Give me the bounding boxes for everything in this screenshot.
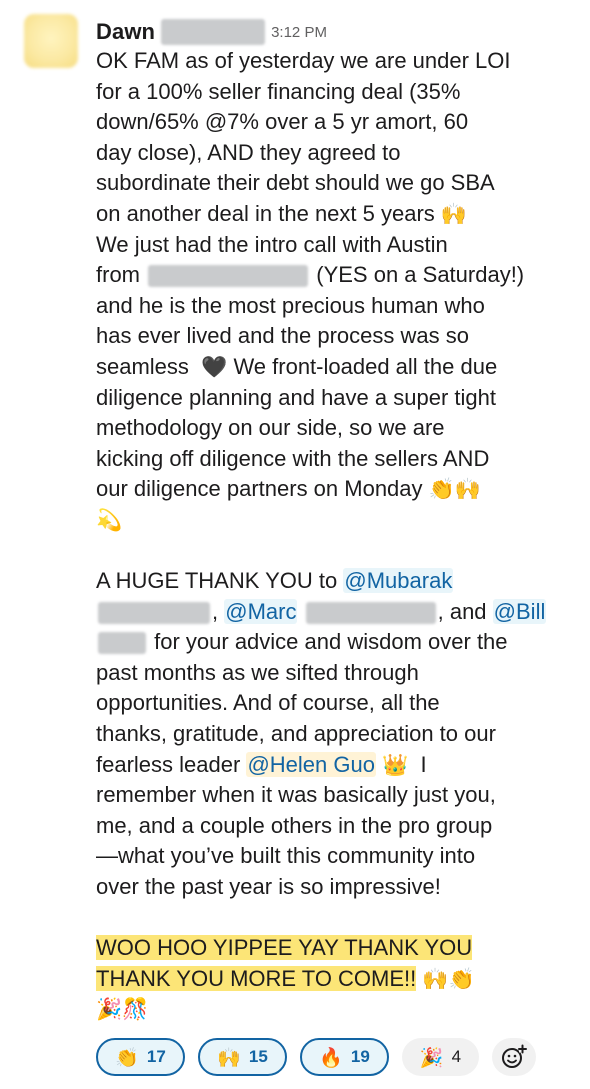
black-heart-icon: 🖤 — [201, 354, 228, 379]
redacted-surname — [161, 19, 266, 45]
raised-hands-icon: 🙌 — [454, 477, 481, 502]
message-line: our diligence partners on Monday 👏🙌 — [96, 476, 481, 502]
highlighted-text: WOO HOO YIPPEE YAY THANK YOU — [96, 935, 473, 961]
message-line: fearless leader @Helen Guo 👑 I — [96, 751, 427, 777]
author-name[interactable]: Dawn — [96, 19, 155, 45]
message-header: Dawn 3:12 PM — [96, 18, 327, 46]
message-line: over the past year is so impressive! — [96, 874, 441, 900]
message-line: methodology on our side, so we are — [96, 415, 445, 441]
raised-hands-icon: 🙌 — [217, 1046, 241, 1069]
mention-helen-guo[interactable]: @Helen Guo — [246, 751, 376, 777]
message-line: down/65% @7% over a 5 yr amort, 60 — [96, 109, 469, 135]
timestamp[interactable]: 3:12 PM — [271, 24, 327, 41]
redacted-surname — [98, 601, 210, 624]
add-reaction-button[interactable] — [492, 1038, 536, 1076]
reaction-count: 4 — [451, 1047, 462, 1066]
reactions-bar: 👏 17 🙌 15 🔥 19 🎉 4 — [96, 1038, 536, 1076]
message-line: OK FAM as of yesterday we are under LOI — [96, 48, 511, 73]
message-line: has ever lived and the process was so — [96, 323, 469, 349]
message-line: diligence planning and have a super tigh… — [96, 384, 496, 410]
mention-bill[interactable]: @Bill — [492, 598, 547, 624]
message-line: thanks, gratitude, and appreciation to o… — [96, 721, 496, 747]
confetti-ball-icon: 🎊 — [122, 997, 149, 1022]
message-line: seamless 🖤 We front-loaded all the due — [96, 353, 498, 379]
message-line: WOO HOO YIPPEE YAY THANK YOU — [96, 933, 576, 964]
crown-icon: 👑 — [382, 752, 409, 777]
message-line: subordinate their debt should we go SBA — [96, 170, 495, 196]
message-line: We just had the intro call with Austin — [96, 231, 448, 257]
reaction-tada[interactable]: 🎉 4 — [402, 1038, 479, 1076]
redacted-surname — [98, 632, 146, 655]
message-line: from (YES on a Saturday!) — [96, 262, 525, 288]
message-line: on another deal in the next 5 years 🙌 — [96, 200, 468, 226]
reaction-count: 19 — [350, 1047, 370, 1066]
mention-mubarak[interactable]: @Mubarak — [343, 568, 454, 594]
party-popper-icon: 🎉 — [419, 1046, 444, 1069]
message-line: past months as we sifted through — [96, 659, 419, 685]
message-line: remember when it was basically just you, — [96, 782, 496, 808]
add-reaction-icon — [502, 1044, 527, 1068]
message-line: 💫 — [96, 505, 576, 536]
clap-icon: 👏 — [428, 477, 455, 502]
reaction-fire[interactable]: 🔥 19 — [300, 1038, 389, 1076]
message-line: for a 100% seller financing deal (35% — [96, 78, 461, 104]
message-line: me, and a couple others in the pro group — [96, 812, 493, 838]
clap-icon: 👏 — [115, 1046, 139, 1069]
redacted-company — [148, 265, 309, 288]
reaction-clap[interactable]: 👏 17 — [96, 1038, 185, 1076]
party-popper-icon: 🎉 — [96, 997, 123, 1022]
clap-icon: 👏 — [448, 966, 475, 991]
reaction-count: 17 — [146, 1047, 166, 1066]
avatar[interactable] — [24, 14, 78, 68]
fire-icon: 🔥 — [319, 1046, 343, 1069]
message-line: opportunities. And of course, all the — [96, 690, 440, 716]
message-line: —what you’ve built this community into — [96, 843, 476, 869]
message-line: 🎉🎊 — [96, 994, 576, 1025]
message-body: OK FAM as of yesterday we are under LOI … — [96, 46, 576, 1025]
message-line: and he is the most precious human who — [96, 292, 485, 318]
message-line: THANK YOU MORE TO COME!! 🙌👏 — [96, 964, 576, 995]
dizzy-icon: 💫 — [96, 507, 123, 532]
message-line: , @Marc , and @Bill — [96, 597, 576, 628]
mention-marc[interactable]: @Marc — [224, 598, 298, 624]
raised-hands-icon: 🙌 — [440, 201, 468, 226]
redacted-surname — [305, 601, 436, 624]
reaction-count: 15 — [248, 1047, 268, 1066]
message-line: day close), AND they agreed to — [96, 139, 401, 165]
highlighted-text: THANK YOU MORE TO COME!! — [96, 965, 417, 991]
reaction-raised-hands[interactable]: 🙌 15 — [198, 1038, 287, 1076]
message-line: kicking off diligence with the sellers A… — [96, 445, 490, 471]
raised-hands-icon: 🙌 — [422, 966, 449, 991]
message-line: A HUGE THANK YOU to @Mubarak — [96, 568, 454, 594]
message-line: for your advice and wisdom over the — [96, 627, 576, 658]
